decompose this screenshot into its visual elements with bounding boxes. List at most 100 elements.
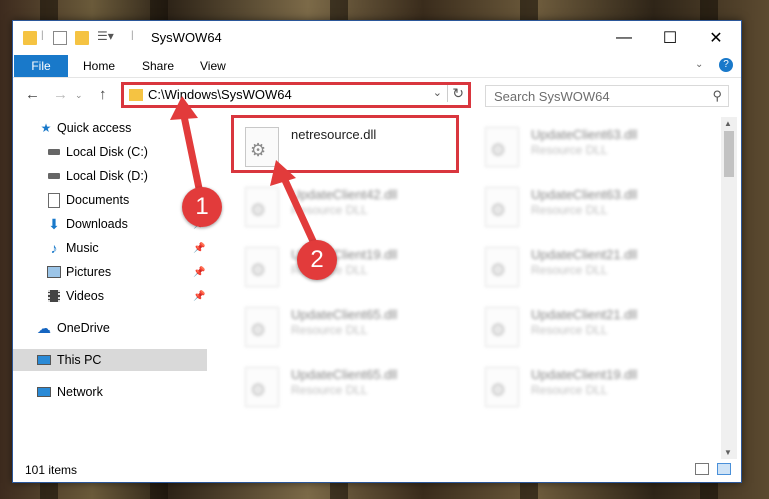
pin-icon[interactable]: 📌 <box>193 243 205 254</box>
sidebar-item-label: Videos <box>66 289 104 303</box>
file-type: Resource DLL <box>531 263 608 277</box>
cloud-icon: ☁ <box>37 319 51 336</box>
sidebar-item-local-disk-d[interactable]: Local Disk (D:) <box>13 165 207 187</box>
vertical-scrollbar[interactable]: ▲ ▼ <box>721 117 737 459</box>
refresh-icon[interactable]: ↻ <box>447 85 464 102</box>
sidebar-item-downloads[interactable]: ⬇ Downloads 📌 <box>13 213 207 235</box>
sidebar-item-label: Quick access <box>57 121 132 135</box>
item-count: 101 items <box>25 463 78 477</box>
dll-file-icon: ⚙ <box>485 307 519 347</box>
videos-icon <box>48 290 60 302</box>
details-view-icon[interactable] <box>695 463 709 475</box>
sidebar-item-label: Downloads <box>66 217 128 231</box>
step-2-badge: 2 <box>297 240 337 280</box>
expand-ribbon-icon[interactable]: ⌄ <box>695 59 703 70</box>
file-name: UpdateClient21.dll <box>531 307 638 322</box>
tab-view[interactable]: View <box>200 59 226 73</box>
music-icon: ♪ <box>50 240 58 256</box>
dll-file-icon: ⚙ <box>245 307 279 347</box>
file-item[interactable]: ⚙ UpdateClient42.dll Resource DLL <box>233 181 463 231</box>
file-name: UpdateClient63.dll <box>531 187 638 202</box>
new-folder-icon[interactable] <box>75 31 89 45</box>
gear-icon: ⚙ <box>250 320 267 340</box>
tab-share[interactable]: Share <box>142 59 174 73</box>
sidebar-item-quick-access[interactable]: ★ Quick access <box>13 117 207 139</box>
sidebar-item-network[interactable]: Network <box>13 381 207 403</box>
star-icon: ★ <box>40 121 52 135</box>
file-type: Resource DLL <box>531 383 608 397</box>
title-bar: | ☰▾ | SysWOW64 — ☐ ✕ <box>13 21 741 55</box>
gear-icon: ⚙ <box>490 320 507 340</box>
close-button[interactable]: ✕ <box>693 21 739 55</box>
sidebar-item-label: Local Disk (D:) <box>66 169 148 183</box>
sidebar-item-label: Documents <box>66 193 130 207</box>
folder-icon <box>129 89 143 101</box>
gear-icon: ⚙ <box>490 260 507 280</box>
minimize-button[interactable]: — <box>601 21 647 55</box>
search-input[interactable]: Search SysWOW64 <box>494 89 610 104</box>
tab-home[interactable]: Home <box>83 59 115 73</box>
file-type: Resource DLL <box>531 143 608 157</box>
file-item[interactable]: ⚙ UpdateClient19.dll Resource DLL <box>473 361 703 411</box>
computer-icon <box>37 355 51 365</box>
dll-file-icon: ⚙ <box>485 367 519 407</box>
sidebar-item-label: OneDrive <box>57 321 110 335</box>
file-item[interactable]: ⚙ UpdateClient21.dll Resource DLL <box>473 301 703 351</box>
ribbon: File Home Share View ⌄ ? <box>13 55 741 78</box>
gear-icon: ⚙ <box>490 200 507 220</box>
file-type: Resource DLL <box>291 203 368 217</box>
maximize-button[interactable]: ☐ <box>647 21 693 55</box>
scroll-up-icon[interactable]: ▲ <box>724 119 732 128</box>
sidebar-item-music[interactable]: ♪ Music 📌 <box>13 237 207 259</box>
search-box[interactable]: Search SysWOW64 ⚲ <box>485 85 729 107</box>
sidebar-item-local-disk-c[interactable]: Local Disk (C:) <box>13 141 207 163</box>
highlight-box <box>231 115 459 173</box>
address-bar[interactable]: C:\Windows\SysWOW64 ⌄ ↻ <box>121 82 471 108</box>
dll-file-icon: ⚙ <box>245 187 279 227</box>
forward-arrow-icon[interactable]: → <box>53 86 68 103</box>
tab-file[interactable]: File <box>14 55 68 77</box>
file-item[interactable]: ⚙ UpdateClient63.dll Resource DLL <box>473 181 703 231</box>
file-item[interactable]: ⚙ UpdateClient65.dll Resource DLL <box>233 361 463 411</box>
network-icon <box>37 387 51 397</box>
file-item[interactable]: ⚙ UpdateClient19.dll Resource DLL <box>233 241 463 291</box>
navigation-pane: ★ Quick access Local Disk (C:) Local Dis… <box>13 117 207 457</box>
file-list: ⚙ netresource.dll ⚙ UpdateClient63.dll R… <box>223 115 717 457</box>
help-icon[interactable]: ? <box>719 58 733 72</box>
pin-icon[interactable]: 📌 <box>193 267 205 278</box>
dll-file-icon: ⚙ <box>245 367 279 407</box>
file-name: UpdateClient65.dll <box>291 307 398 322</box>
sidebar-item-label: Music <box>66 241 99 255</box>
pin-icon[interactable]: 📌 <box>193 291 205 302</box>
customize-toolbar-icon[interactable]: ☰▾ <box>97 29 114 43</box>
gear-icon: ⚙ <box>250 380 267 400</box>
sidebar-item-label: Pictures <box>66 265 112 279</box>
large-icons-view-icon[interactable] <box>717 463 731 475</box>
sidebar-item-this-pc[interactable]: This PC <box>13 349 207 371</box>
gear-icon: ⚙ <box>250 260 267 280</box>
search-icon[interactable]: ⚲ <box>712 88 722 104</box>
address-path[interactable]: C:\Windows\SysWOW64 <box>148 87 292 102</box>
up-arrow-icon[interactable]: ↑ <box>99 86 107 103</box>
back-arrow-icon[interactable]: ← <box>25 86 40 103</box>
file-item[interactable]: ⚙ UpdateClient65.dll Resource DLL <box>233 301 463 351</box>
file-item[interactable]: ⚙ UpdateClient21.dll Resource DLL <box>473 241 703 291</box>
sidebar-item-documents[interactable]: Documents 📌 <box>13 189 207 211</box>
scroll-thumb[interactable] <box>724 131 734 177</box>
dll-file-icon: ⚙ <box>485 247 519 287</box>
recent-locations-icon[interactable]: ⌄ <box>75 90 83 101</box>
scroll-down-icon[interactable]: ▼ <box>724 448 732 457</box>
file-type: Resource DLL <box>291 383 368 397</box>
properties-icon[interactable] <box>53 31 67 45</box>
sidebar-item-videos[interactable]: Videos 📌 <box>13 285 207 307</box>
chevron-down-icon[interactable]: ⌄ <box>433 86 442 99</box>
download-icon: ⬇ <box>48 215 60 232</box>
sidebar-item-pictures[interactable]: Pictures 📌 <box>13 261 207 283</box>
file-item[interactable]: ⚙ UpdateClient63.dll Resource DLL <box>473 121 703 171</box>
sidebar-item-onedrive[interactable]: ☁ OneDrive <box>13 317 207 339</box>
dll-file-icon: ⚙ <box>485 127 519 167</box>
navigation-bar: ← → ⌄ ↑ C:\Windows\SysWOW64 ⌄ ↻ Search S… <box>13 78 741 114</box>
file-type: Resource DLL <box>291 323 368 337</box>
sidebar-item-label: Local Disk (C:) <box>66 145 148 159</box>
file-name: UpdateClient42.dll <box>291 187 398 202</box>
